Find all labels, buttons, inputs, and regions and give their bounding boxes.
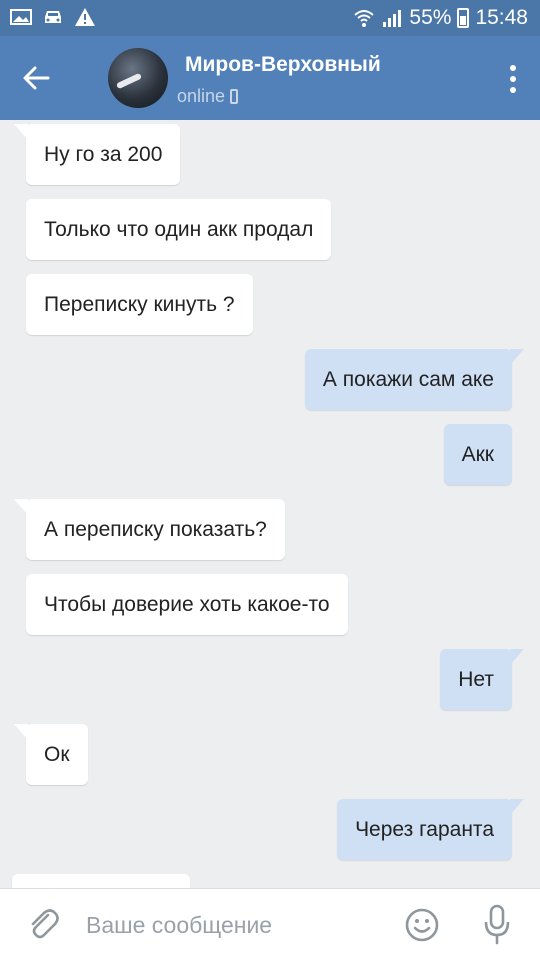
message-input[interactable] bbox=[86, 907, 376, 943]
clock: 15:48 bbox=[475, 6, 528, 29]
microphone-icon[interactable] bbox=[482, 904, 512, 946]
message-bubble[interactable]: Чтобы доверие хоть какое-то bbox=[26, 574, 348, 635]
composer bbox=[0, 888, 540, 960]
message-text: Чтобы доверие хоть какое-то bbox=[44, 593, 330, 616]
message-bubble[interactable]: А покажи сам аке bbox=[304, 349, 524, 410]
avatar[interactable] bbox=[108, 48, 168, 108]
message-text: Акк bbox=[461, 443, 494, 466]
battery-percent: 55% bbox=[409, 6, 452, 29]
message-text: Только что один акк продал bbox=[44, 218, 314, 241]
message-text: Через гаранта bbox=[355, 818, 494, 841]
paperclip-icon[interactable] bbox=[26, 907, 60, 943]
status-bar: 55% 15:48 bbox=[0, 0, 540, 36]
signal-icon bbox=[383, 10, 402, 27]
message-list[interactable]: Ну го за 200 Только что один акк продал … bbox=[0, 120, 540, 888]
message-text: А покажи сам аке bbox=[322, 368, 494, 391]
bubble-tail bbox=[14, 499, 28, 515]
wifi-icon bbox=[354, 10, 375, 27]
message-bubble-partial[interactable] bbox=[12, 874, 190, 888]
chat-header: Миров-Верховный online bbox=[0, 36, 540, 120]
bubble-tail bbox=[14, 724, 28, 740]
bubble-tail bbox=[510, 649, 524, 665]
warning-icon bbox=[75, 8, 95, 26]
contact-name[interactable]: Миров-Верховный bbox=[185, 53, 381, 77]
online-status-text: online bbox=[177, 86, 226, 106]
bubble-tail bbox=[510, 799, 524, 815]
message-bubble[interactable]: Через гаранта bbox=[337, 799, 524, 860]
message-bubble[interactable]: Только что один акк продал bbox=[26, 199, 332, 260]
bubble-tail bbox=[14, 124, 28, 140]
message-text: Ну го за 200 bbox=[44, 143, 163, 166]
system-indicators: 55% 15:48 bbox=[353, 6, 528, 30]
mobile-phone-icon bbox=[230, 89, 239, 104]
message-text: Ок bbox=[44, 743, 70, 766]
smile-icon[interactable] bbox=[404, 907, 440, 943]
message-bubble[interactable]: Ну го за 200 bbox=[14, 124, 181, 185]
car-icon bbox=[45, 11, 61, 23]
message-text: А переписку показать? bbox=[44, 518, 267, 541]
message-bubble[interactable]: А переписку показать? bbox=[14, 499, 285, 560]
bubble-tail bbox=[510, 349, 524, 365]
message-text: Переписку кинуть ? bbox=[44, 293, 235, 316]
image-icon bbox=[10, 9, 32, 25]
message-bubble[interactable]: Ок bbox=[14, 724, 88, 785]
message-text: Нет bbox=[458, 668, 494, 691]
message-bubble[interactable]: Переписку кинуть ? bbox=[26, 274, 253, 335]
message-bubble[interactable]: Нет bbox=[440, 649, 524, 710]
message-bubble[interactable]: Акк bbox=[443, 424, 512, 485]
contact-status: online bbox=[177, 86, 239, 107]
battery-icon bbox=[457, 8, 470, 28]
more-vertical-icon[interactable] bbox=[508, 64, 518, 94]
notification-icons bbox=[10, 7, 96, 27]
back-arrow-icon[interactable] bbox=[18, 60, 54, 96]
